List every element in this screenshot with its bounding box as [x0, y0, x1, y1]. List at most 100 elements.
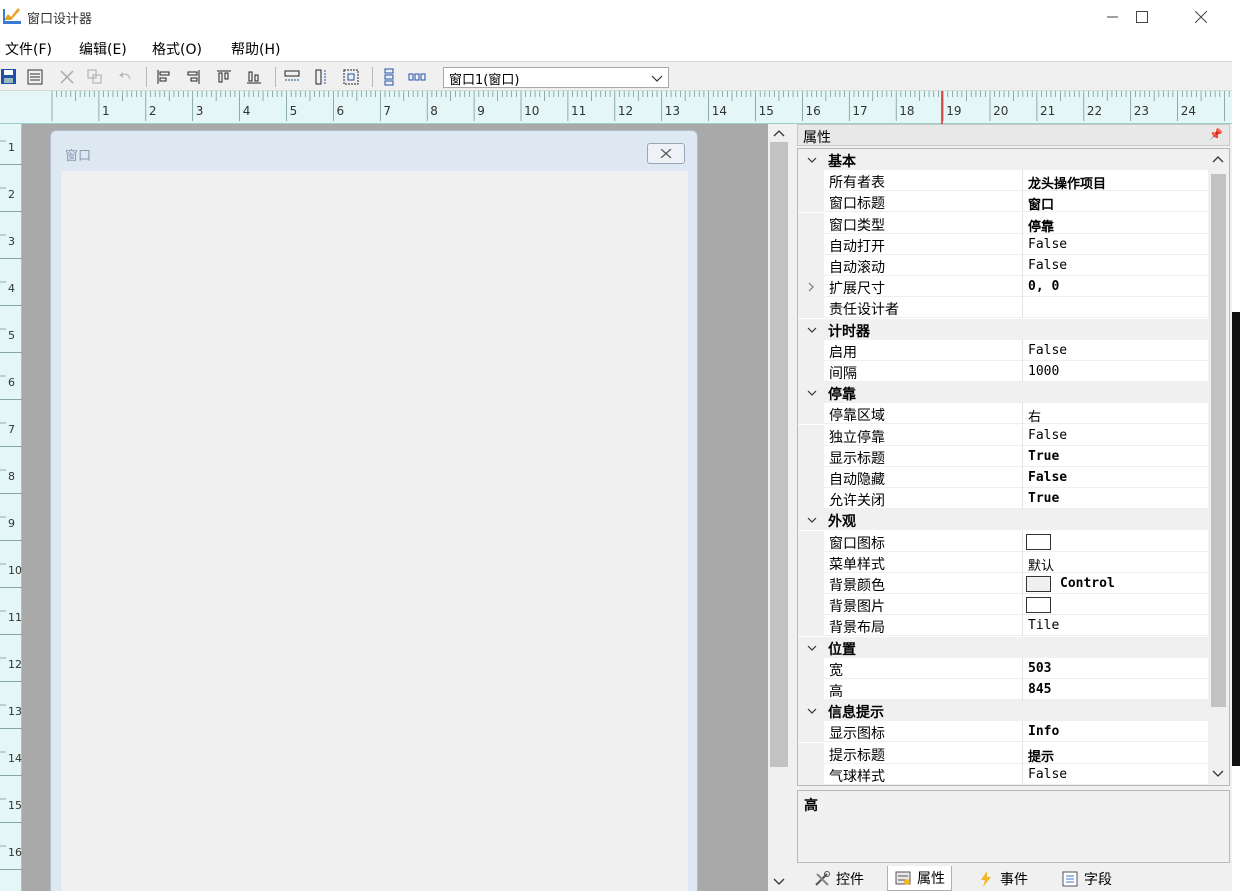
- designed-form[interactable]: 窗口: [50, 130, 698, 891]
- property-value[interactable]: 845: [1028, 682, 1051, 697]
- property-category[interactable]: 停靠: [798, 382, 1208, 404]
- property-value[interactable]: 停靠: [1028, 216, 1054, 235]
- color-swatch[interactable]: [1026, 533, 1051, 550]
- horizontal-spacing-icon[interactable]: [408, 68, 426, 86]
- tab-properties[interactable]: 属性: [887, 866, 952, 891]
- property-row[interactable]: 所有者表 龙头操作项目: [798, 170, 1208, 192]
- scrollbar-thumb[interactable]: [770, 142, 788, 767]
- property-row[interactable]: 窗口类型 停靠: [798, 212, 1208, 235]
- property-row[interactable]: 背景颜色 Control: [798, 573, 1208, 594]
- property-row[interactable]: 自动滚动 False: [798, 255, 1208, 276]
- scroll-up-icon[interactable]: [1211, 153, 1225, 167]
- property-row[interactable]: 提示标题 提示: [798, 742, 1208, 765]
- chevron-down-icon[interactable]: [806, 154, 818, 166]
- form-close-button[interactable]: [647, 143, 685, 164]
- property-category[interactable]: 位置: [798, 636, 1208, 658]
- chevron-down-icon[interactable]: [806, 642, 818, 654]
- scroll-down-icon[interactable]: [1211, 766, 1225, 780]
- canvas-scrollbar[interactable]: [768, 124, 790, 891]
- chevron-down-icon[interactable]: [806, 387, 818, 399]
- property-value[interactable]: 窗口: [1028, 194, 1054, 213]
- property-value[interactable]: False: [1028, 470, 1067, 485]
- close-button[interactable]: [1178, 0, 1224, 34]
- tab-controls[interactable]: 控件: [807, 866, 870, 891]
- same-size-icon[interactable]: [342, 68, 360, 86]
- copy-icon[interactable]: [86, 68, 104, 86]
- same-width-icon[interactable]: [283, 68, 301, 86]
- property-value[interactable]: 0, 0: [1028, 279, 1059, 294]
- chevron-down-icon[interactable]: [806, 705, 818, 717]
- tab-fields[interactable]: 字段: [1055, 866, 1118, 891]
- property-row[interactable]: 显示标题 True: [798, 445, 1208, 467]
- property-row[interactable]: 停靠区域 右: [798, 403, 1208, 425]
- property-value[interactable]: Control: [1060, 576, 1115, 591]
- pin-icon[interactable]: 📌: [1209, 128, 1223, 141]
- property-row[interactable]: 窗口标题 窗口: [798, 191, 1208, 213]
- property-row[interactable]: 高 845: [798, 679, 1208, 700]
- property-row[interactable]: 间隔 1000: [798, 361, 1208, 382]
- property-value[interactable]: False: [1028, 428, 1067, 443]
- vertical-spacing-icon[interactable]: [380, 68, 398, 86]
- align-left-icon[interactable]: [155, 68, 173, 86]
- property-row[interactable]: 启用 False: [798, 339, 1208, 361]
- properties-icon[interactable]: [26, 68, 44, 86]
- property-value[interactable]: True: [1028, 449, 1059, 464]
- property-category[interactable]: 计时器: [798, 318, 1208, 340]
- align-bottom-icon[interactable]: [245, 68, 263, 86]
- menu-help[interactable]: 帮助(H): [231, 39, 280, 59]
- chevron-right-icon[interactable]: [806, 281, 816, 293]
- maximize-button[interactable]: [1119, 0, 1165, 34]
- property-category[interactable]: 基本: [798, 149, 1208, 170]
- undo-icon[interactable]: [116, 68, 134, 86]
- property-value[interactable]: 默认: [1028, 555, 1054, 574]
- property-value[interactable]: 右: [1028, 406, 1041, 425]
- property-value[interactable]: Info: [1028, 724, 1059, 739]
- property-row[interactable]: 背景布局 Tile: [798, 615, 1208, 637]
- property-row[interactable]: 独立停靠 False: [798, 424, 1208, 446]
- design-canvas[interactable]: 窗口: [22, 124, 768, 891]
- scroll-down-icon[interactable]: [772, 874, 786, 888]
- property-row[interactable]: 背景图片: [798, 594, 1208, 616]
- property-category[interactable]: 信息提示: [798, 700, 1208, 722]
- property-value[interactable]: False: [1028, 237, 1067, 252]
- property-value[interactable]: 提示: [1028, 746, 1054, 765]
- property-row[interactable]: 窗口图标: [798, 530, 1208, 552]
- scroll-up-icon[interactable]: [772, 127, 786, 141]
- save-icon[interactable]: [0, 68, 18, 86]
- property-row[interactable]: 允许关闭 True: [798, 488, 1208, 510]
- property-grid[interactable]: 基本 所有者表 龙头操作项目 窗口标题 窗口 窗口类型 停靠 自动打开 False 自动滚动 Fal…: [797, 148, 1230, 786]
- property-row[interactable]: 自动隐藏 False: [798, 467, 1208, 488]
- chevron-down-icon[interactable]: [806, 324, 818, 336]
- property-value[interactable]: 龙头操作项目: [1028, 173, 1106, 192]
- form-client-area[interactable]: [61, 171, 688, 891]
- menu-file[interactable]: 文件(F): [5, 39, 52, 59]
- property-row[interactable]: 扩展尺寸 0, 0: [798, 276, 1208, 298]
- property-row[interactable]: 自动打开 False: [798, 233, 1208, 255]
- property-category[interactable]: 外观: [798, 509, 1208, 531]
- property-value[interactable]: False: [1028, 343, 1067, 358]
- tab-events[interactable]: 事件: [971, 866, 1034, 891]
- property-value[interactable]: Tile: [1028, 618, 1059, 633]
- property-row[interactable]: 责任设计者: [798, 297, 1208, 319]
- property-row[interactable]: 显示图标 Info: [798, 721, 1208, 743]
- object-selector-dropdown[interactable]: 窗口1(窗口): [443, 67, 669, 88]
- scrollbar-thumb[interactable]: [1211, 174, 1226, 707]
- property-row[interactable]: 菜单样式 默认: [798, 551, 1208, 574]
- align-right-icon[interactable]: [184, 68, 202, 86]
- property-row[interactable]: 宽 503: [798, 657, 1208, 679]
- menu-edit[interactable]: 编辑(E): [79, 39, 127, 59]
- property-row[interactable]: 气球样式 False: [798, 763, 1208, 785]
- same-height-icon[interactable]: [313, 68, 331, 86]
- property-value[interactable]: False: [1028, 258, 1067, 273]
- property-value[interactable]: 503: [1028, 661, 1051, 676]
- property-value[interactable]: False: [1028, 767, 1067, 782]
- property-grid-scrollbar[interactable]: [1208, 149, 1229, 785]
- property-value[interactable]: True: [1028, 491, 1059, 506]
- property-value[interactable]: 1000: [1028, 364, 1059, 379]
- align-top-icon[interactable]: [215, 68, 233, 86]
- menu-format[interactable]: 格式(O): [152, 39, 202, 59]
- chevron-down-icon[interactable]: [806, 514, 818, 526]
- color-swatch[interactable]: [1026, 576, 1051, 592]
- delete-icon[interactable]: [58, 68, 76, 86]
- color-swatch[interactable]: [1026, 597, 1051, 614]
